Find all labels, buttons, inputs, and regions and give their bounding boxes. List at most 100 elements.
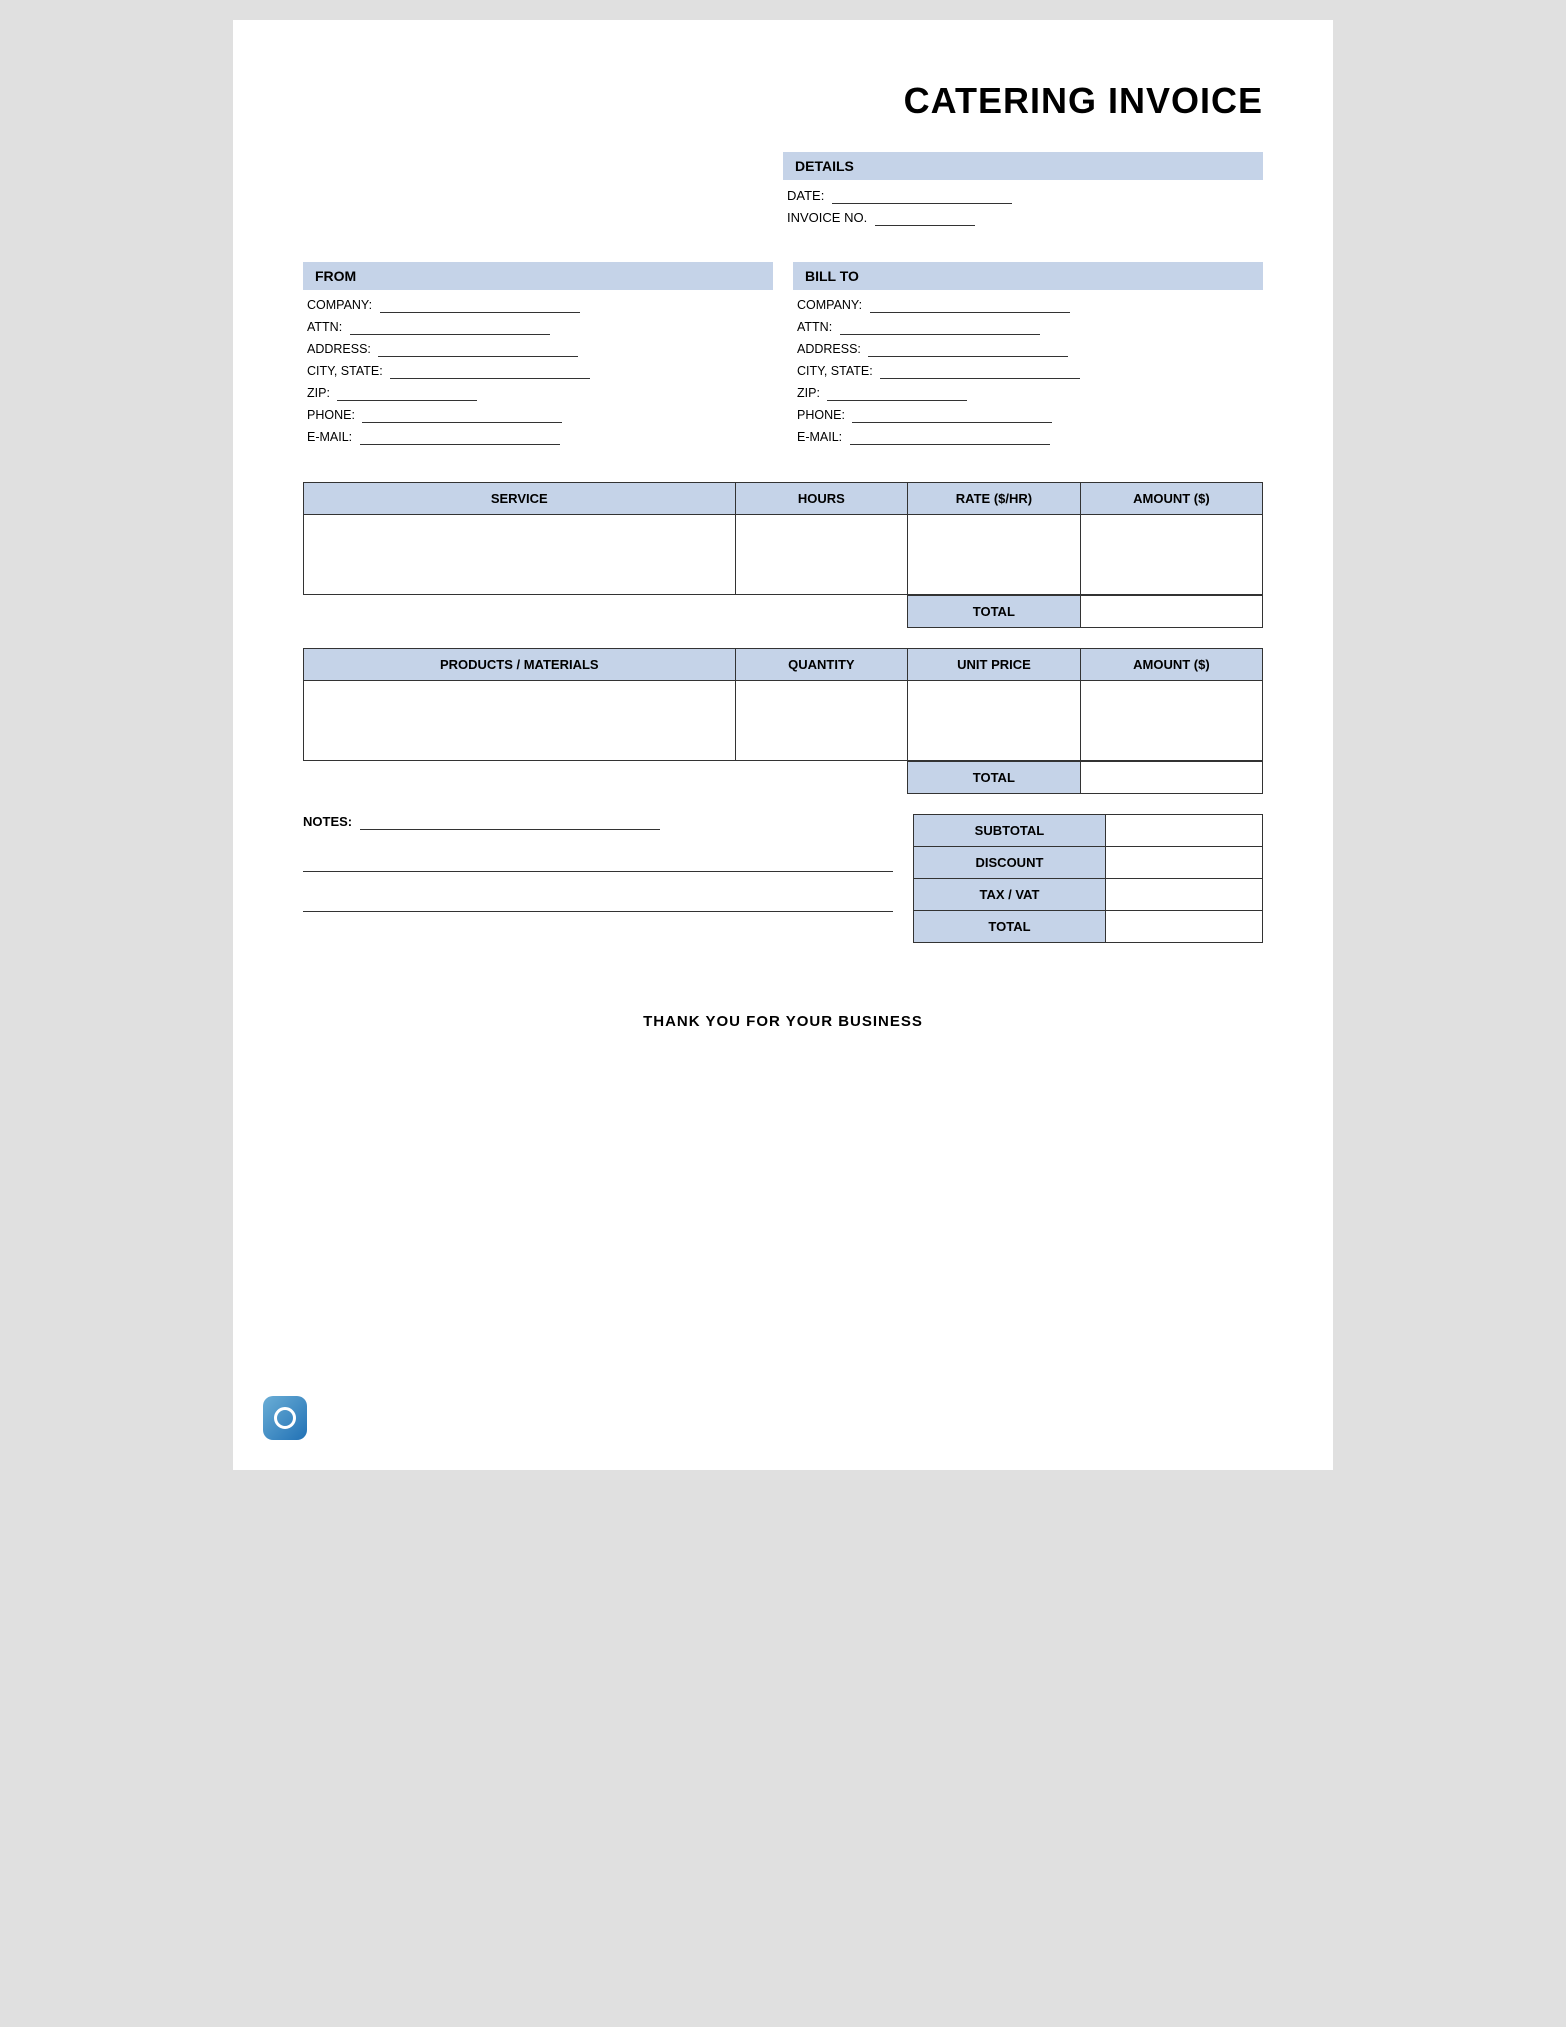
date-label: DATE: [787, 188, 824, 203]
bill-address-line: ADDRESS: [793, 342, 1263, 357]
unit-price-cell[interactable] [908, 681, 1081, 761]
service-total-label: TOTAL [907, 596, 1080, 628]
hours-col-header: HOURS [735, 483, 908, 515]
notes-line-2[interactable] [303, 850, 893, 872]
app-icon-inner [274, 1407, 296, 1429]
from-phone-value[interactable] [362, 408, 562, 423]
from-address-line: ADDRESS: [303, 342, 773, 357]
invoice-title: CATERING INVOICE [303, 80, 1263, 122]
total-label: TOTAL [914, 911, 1106, 943]
from-company-line: COMPANY: [303, 298, 773, 313]
from-city-state-value[interactable] [390, 364, 590, 379]
bill-phone-label: PHONE: [797, 408, 845, 422]
date-value[interactable] [832, 188, 1012, 204]
details-box: DETAILS DATE: INVOICE NO. [783, 152, 1263, 232]
tax-value[interactable] [1105, 879, 1262, 911]
from-zip-label: ZIP: [307, 386, 330, 400]
products-total-value[interactable] [1080, 762, 1262, 794]
notes-line-1[interactable] [360, 814, 660, 830]
discount-row: DISCOUNT [914, 847, 1263, 879]
service-table: SERVICE HOURS RATE ($/HR) AMOUNT ($) [303, 482, 1263, 595]
products-amount-cell[interactable] [1080, 681, 1262, 761]
hours-cell[interactable] [735, 515, 908, 595]
products-total-label: TOTAL [907, 762, 1080, 794]
service-table-wrapper: SERVICE HOURS RATE ($/HR) AMOUNT ($) TO [303, 482, 1263, 628]
bill-to-box: BILL TO COMPANY: ATTN: ADDRESS: CITY, ST… [793, 262, 1263, 452]
products-col-header: PRODUCTS / MATERIALS [304, 649, 736, 681]
bill-zip-value[interactable] [827, 386, 967, 401]
from-attn-value[interactable] [350, 320, 550, 335]
quantity-cell[interactable] [735, 681, 908, 761]
notes-line-3[interactable] [303, 890, 893, 912]
products-table-wrapper: PRODUCTS / MATERIALS QUANTITY UNIT PRICE… [303, 648, 1263, 794]
bill-attn-value[interactable] [840, 320, 1040, 335]
bill-city-state-label: CITY, STATE: [797, 364, 873, 378]
app-icon [263, 1396, 307, 1440]
total-value[interactable] [1105, 911, 1262, 943]
from-address-label: ADDRESS: [307, 342, 371, 356]
notes-summary-section: NOTES: SUBTOTAL DISCOUNT [303, 814, 1263, 943]
service-total-value[interactable] [1080, 596, 1262, 628]
service-data-row [304, 515, 1263, 595]
bill-city-state-value[interactable] [880, 364, 1080, 379]
invoice-no-value[interactable] [875, 210, 975, 226]
from-zip-line: ZIP: [303, 386, 773, 401]
quantity-col-header: QUANTITY [735, 649, 908, 681]
notes-label-line: NOTES: [303, 814, 893, 830]
invoice-no-label: INVOICE NO. [787, 210, 867, 225]
service-cell[interactable] [304, 515, 736, 595]
bill-email-label: E-MAIL: [797, 430, 842, 444]
rate-col-header: RATE ($/HR) [908, 483, 1081, 515]
total-row: TOTAL [914, 911, 1263, 943]
service-amount-cell[interactable] [1080, 515, 1262, 595]
thank-you-text: THANK YOU FOR YOUR BUSINESS [303, 1013, 1263, 1030]
subtotal-row: SUBTOTAL [914, 815, 1263, 847]
from-bill-section: FROM COMPANY: ATTN: ADDRESS: CITY, STATE… [303, 262, 1263, 452]
bill-attn-label: ATTN: [797, 320, 832, 334]
bill-company-value[interactable] [870, 298, 1070, 313]
from-address-value[interactable] [378, 342, 578, 357]
bill-phone-value[interactable] [852, 408, 1052, 423]
product-cell[interactable] [304, 681, 736, 761]
from-city-state-label: CITY, STATE: [307, 364, 383, 378]
products-total-row: TOTAL [303, 761, 1263, 794]
bill-email-line: E-MAIL: [793, 430, 1263, 445]
subtotal-value[interactable] [1105, 815, 1262, 847]
bill-address-value[interactable] [868, 342, 1068, 357]
notes-label-text: NOTES: [303, 814, 352, 829]
from-email-line: E-MAIL: [303, 430, 773, 445]
bill-email-value[interactable] [850, 430, 1050, 445]
from-phone-label: PHONE: [307, 408, 355, 422]
amount-col-header: AMOUNT ($) [1080, 483, 1262, 515]
date-line: DATE: [783, 188, 1263, 204]
unit-price-col-header: UNIT PRICE [908, 649, 1081, 681]
service-total-row: TOTAL [303, 595, 1263, 628]
details-section: DETAILS DATE: INVOICE NO. [303, 152, 1263, 232]
from-email-value[interactable] [360, 430, 560, 445]
products-table: PRODUCTS / MATERIALS QUANTITY UNIT PRICE… [303, 648, 1263, 761]
discount-label: DISCOUNT [914, 847, 1106, 879]
from-company-value[interactable] [380, 298, 580, 313]
from-zip-value[interactable] [337, 386, 477, 401]
discount-value[interactable] [1105, 847, 1262, 879]
products-data-row [304, 681, 1263, 761]
from-city-state-line: CITY, STATE: [303, 364, 773, 379]
notes-section: NOTES: [303, 814, 893, 943]
invoice-no-line: INVOICE NO. [783, 210, 1263, 226]
tax-label: TAX / VAT [914, 879, 1106, 911]
from-box: FROM COMPANY: ATTN: ADDRESS: CITY, STATE… [303, 262, 773, 452]
rate-cell[interactable] [908, 515, 1081, 595]
products-total-spacer [303, 762, 907, 794]
products-amount-col-header: AMOUNT ($) [1080, 649, 1262, 681]
details-header: DETAILS [783, 152, 1263, 180]
summary-section: SUBTOTAL DISCOUNT TAX / VAT TOTAL [913, 814, 1263, 943]
bill-city-state-line: CITY, STATE: [793, 364, 1263, 379]
service-total-spacer [303, 596, 907, 628]
from-header: FROM [303, 262, 773, 290]
subtotal-label: SUBTOTAL [914, 815, 1106, 847]
bill-company-line: COMPANY: [793, 298, 1263, 313]
summary-table: SUBTOTAL DISCOUNT TAX / VAT TOTAL [913, 814, 1263, 943]
bill-attn-line: ATTN: [793, 320, 1263, 335]
bill-company-label: COMPANY: [797, 298, 862, 312]
bill-zip-line: ZIP: [793, 386, 1263, 401]
